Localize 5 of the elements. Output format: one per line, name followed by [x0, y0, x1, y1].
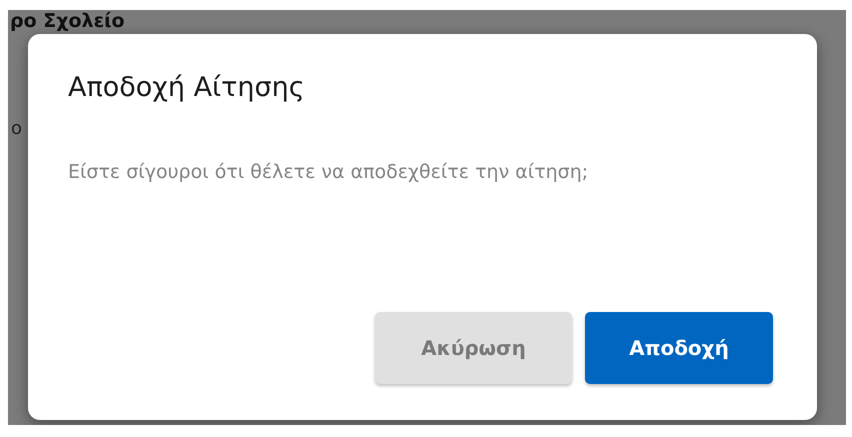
page-heading: ρο Σχολείο [10, 10, 125, 32]
accept-button[interactable]: Αποδοχή [585, 312, 773, 384]
page-text: ο [11, 118, 22, 139]
dialog-message: Είστε σίγουροι ότι θέλετε να αποδεχθείτε την αίτηση; [68, 161, 590, 183]
dialog-title: Αποδοχή Αίτησης [68, 72, 306, 103]
